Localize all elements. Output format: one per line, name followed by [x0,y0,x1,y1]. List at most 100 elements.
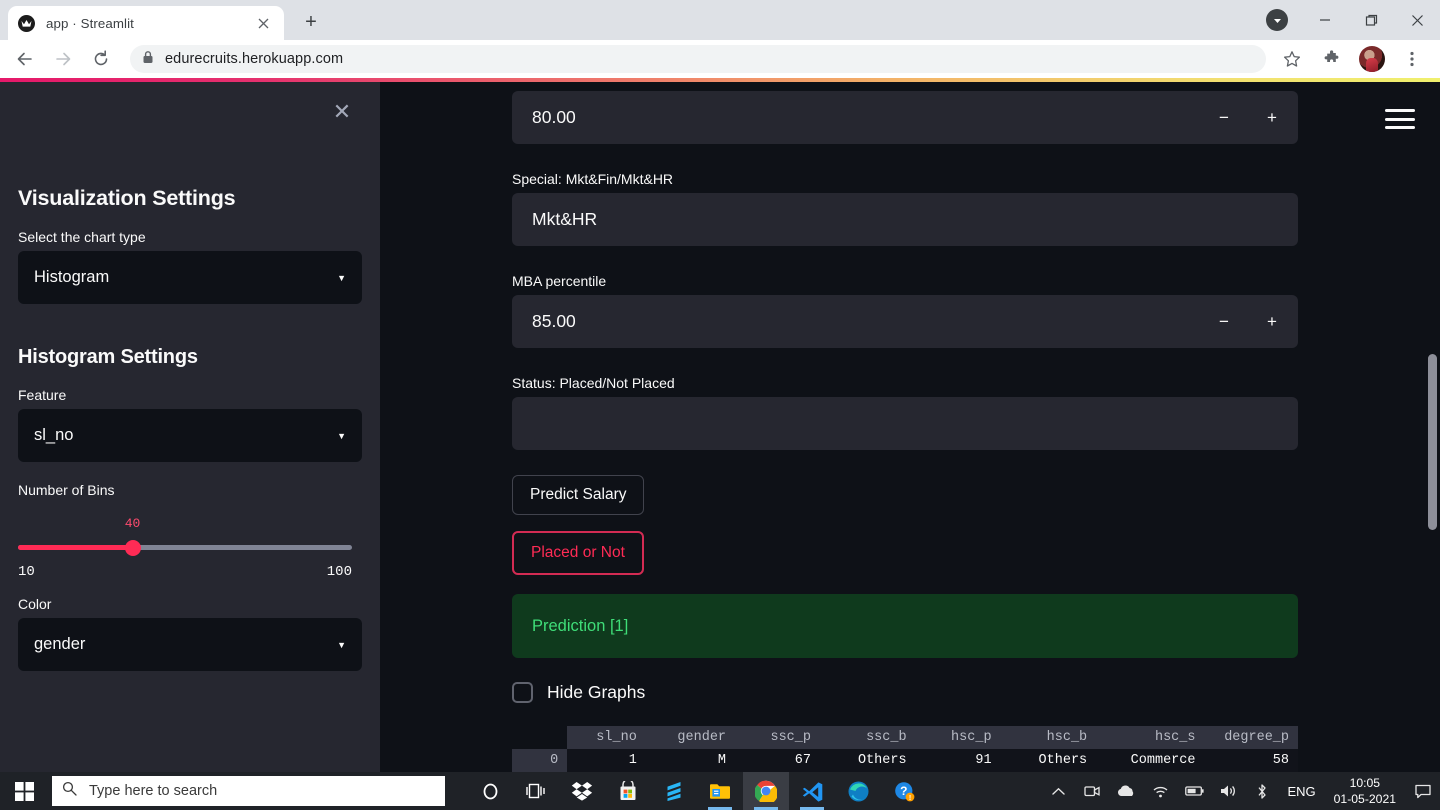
forward-button[interactable] [46,42,80,76]
feature-select[interactable]: sl_no ▼ [18,409,362,462]
puzzle-icon[interactable] [1315,42,1349,76]
wifi-icon[interactable] [1143,772,1177,810]
kebab-menu-icon[interactable] [1395,42,1429,76]
decrement-button[interactable]: − [1212,106,1236,130]
bins-label: Number of Bins [18,482,115,498]
chart-type-select[interactable]: Histogram ▼ [18,251,362,304]
taskbar-icons: ?! [467,772,927,810]
microsoft-edge-icon[interactable] [835,772,881,810]
slider-range: 10 100 [18,564,352,580]
table-body: 0 1 M 67 Others 91 Others Commerce 58 [512,749,1298,772]
table-cell: 91 [915,749,1001,772]
omnibox-bar: edurecruits.herokuapp.com [0,40,1440,78]
reload-button[interactable] [84,42,118,76]
search-input[interactable]: Type here to search [52,776,445,806]
bluetooth-icon[interactable] [1245,772,1279,810]
main-content: 80.00 − + Special: Mkt&Fin/Mkt&HR Mkt&HR… [380,82,1440,772]
table-column-header: ssc_b [820,726,916,749]
color-value: gender [34,635,86,653]
visual-studio-code-icon[interactable] [789,772,835,810]
slider-min: 10 [18,564,35,580]
table-column-header: degree_p [1204,726,1298,749]
predict-salary-button[interactable]: Predict Salary [512,475,645,515]
bins-slider[interactable]: 40 10 100 [18,516,362,580]
action-center-icon[interactable] [1406,772,1440,810]
tab-title: app · Streamlit [46,15,134,31]
clock-date: 01-05-2021 [1333,792,1396,806]
help-icon[interactable]: ?! [881,772,927,810]
address-bar-url: edurecruits.herokuapp.com [165,51,344,67]
page-scrollbar[interactable] [1425,82,1440,772]
table-index-header [512,726,568,749]
microsoft-store-icon[interactable] [605,772,651,810]
bins-slider-value: 40 [124,516,141,531]
degree-percentile-value: 80.00 [532,107,576,127]
lock-icon [142,50,154,69]
battery-icon[interactable] [1177,772,1211,810]
window-minimize-button[interactable] [1302,0,1348,40]
address-bar[interactable]: edurecruits.herokuapp.com [130,45,1266,73]
show-hidden-icons-chevron[interactable] [1041,772,1075,810]
onedrive-icon[interactable] [1109,772,1143,810]
degree-percentile-input[interactable]: 80.00 − + [512,91,1298,144]
back-button[interactable] [8,42,42,76]
table-cell: 58 [1204,749,1298,772]
hide-graphs-checkbox-row[interactable]: Hide Graphs [512,682,1298,703]
star-icon[interactable] [1275,42,1309,76]
table-header-row: sl_no gender ssc_p ssc_b hsc_p hsc_b hsc_s degr… [512,726,1298,749]
increment-button[interactable]: + [1260,106,1284,130]
table-header: sl_no gender ssc_p ssc_b hsc_p hsc_b hsc_s degr… [512,726,1298,749]
table-cell: Others [820,749,916,772]
dropbox-icon[interactable] [559,772,605,810]
task-view-icon[interactable] [513,772,559,810]
web-page: ✕ Visualization Settings Select the char… [0,78,1440,772]
file-explorer-icon[interactable] [697,772,743,810]
prediction-result-alert: Prediction [1] [512,594,1298,658]
special-input[interactable]: Mkt&HR [512,193,1298,246]
dataframe-table[interactable]: sl_no gender ssc_p ssc_b hsc_p hsc_b hsc_s degr… [512,726,1298,772]
decrement-button[interactable]: − [1212,310,1236,334]
table-cell: Others [1000,749,1097,772]
feature-label: Feature [18,387,67,403]
svg-text:!: ! [908,795,910,802]
volume-icon[interactable] [1211,772,1245,810]
slider-thumb[interactable] [124,540,141,556]
slider-max: 100 [326,564,352,580]
status-input[interactable] [512,397,1298,450]
histogram-settings-heading: Histogram Settings [18,346,198,368]
cortana-icon[interactable] [467,772,513,810]
sublime-text-icon[interactable] [651,772,697,810]
placed-or-not-button[interactable]: Placed or Not [512,531,644,575]
google-chrome-icon[interactable] [743,772,789,810]
profile-avatar[interactable] [1359,46,1385,72]
windows-taskbar: Type here to search ?! ENG 10:05 01-05-2… [0,772,1440,810]
status-label: Status: Placed/Not Placed [512,375,675,391]
table-column-header: sl_no [567,726,646,749]
windows-start-icon[interactable] [0,772,48,810]
mba-percentile-label: MBA percentile [512,273,607,289]
mba-percentile-value: 85.00 [532,311,576,331]
browser-tab[interactable]: app · Streamlit [8,6,284,40]
table-column-header: hsc_b [1000,726,1097,749]
table-column-header: gender [645,726,736,749]
scrollbar-thumb[interactable] [1428,354,1437,530]
chevron-down-icon: ▼ [337,272,346,283]
chrome-update-icon[interactable] [1266,9,1288,31]
hide-graphs-checkbox[interactable] [512,682,533,703]
window-close-button[interactable] [1394,0,1440,40]
increment-button[interactable]: + [1260,310,1284,334]
tab-close-icon[interactable] [252,12,274,34]
new-tab-button[interactable]: + [296,7,326,37]
camera-icon[interactable] [1075,772,1109,810]
mba-percentile-input[interactable]: 85.00 − + [512,295,1298,348]
prediction-result-text: Prediction [1] [532,616,629,635]
window-maximize-button[interactable] [1348,0,1394,40]
sidebar-close-icon[interactable]: ✕ [328,98,356,126]
language-indicator[interactable]: ENG [1279,784,1323,799]
clock[interactable]: 10:05 01-05-2021 [1324,775,1406,808]
table-cell: 67 [735,749,820,772]
window-controls [1266,0,1440,40]
hamburger-menu-icon[interactable] [1385,106,1415,132]
color-select[interactable]: gender ▼ [18,618,362,671]
search-placeholder: Type here to search [89,783,218,799]
